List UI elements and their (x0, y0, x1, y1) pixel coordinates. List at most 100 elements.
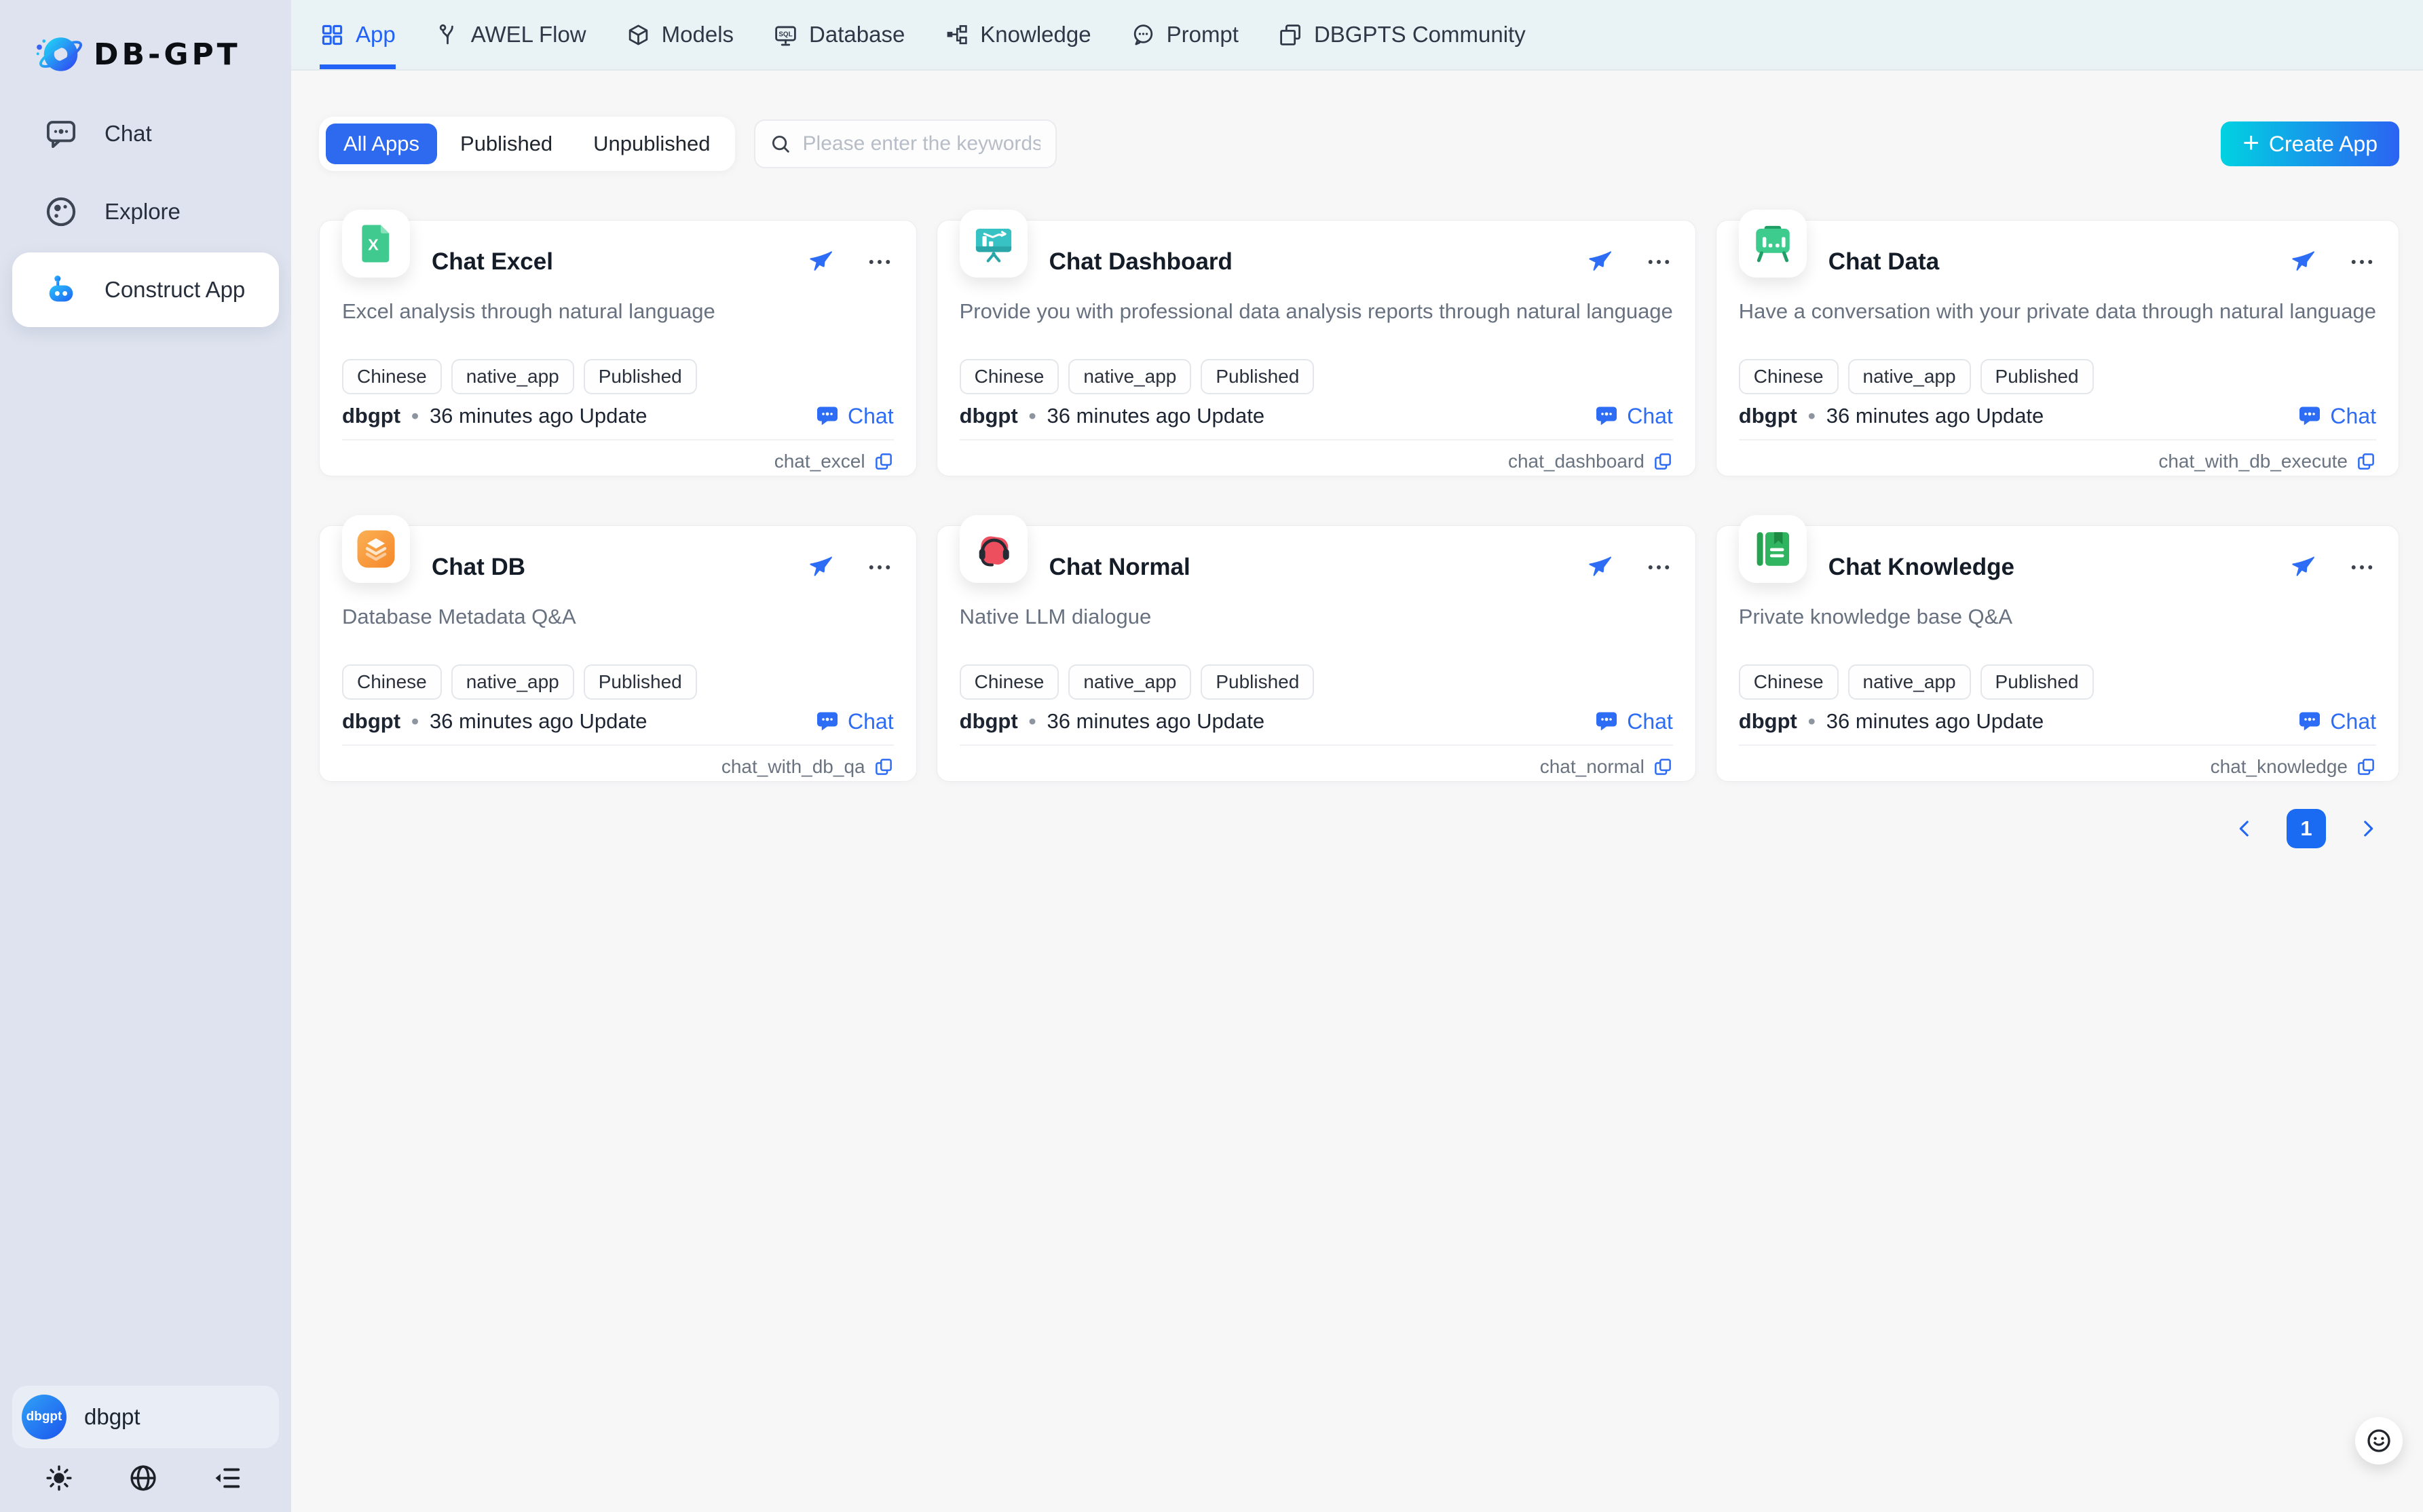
card-updated: 36 minutes ago Update (1826, 404, 2044, 428)
tab-label: App (356, 22, 396, 48)
copy-icon[interactable] (874, 451, 894, 472)
chat-link[interactable]: Chat (2297, 709, 2376, 734)
tab-models[interactable]: Models (626, 0, 734, 69)
card-title: Chat Knowledge (1828, 554, 2014, 581)
app-card-chat-dashboard[interactable]: Chat Dashboard Provide you with professi… (937, 220, 1696, 476)
chat-link[interactable]: Chat (1594, 709, 1673, 734)
app-card-chat-db[interactable]: Chat DB Database Metadata Q&A Chinese na… (319, 525, 917, 782)
separator-dot: • (1808, 404, 1816, 428)
tag: Published (1980, 664, 2094, 700)
card-description: Provide you with professional data analy… (960, 299, 1673, 324)
tag: native_app (1068, 664, 1191, 700)
copy-icon[interactable] (2356, 757, 2376, 777)
chevron-right-icon (2356, 817, 2380, 840)
knowledge-book-icon (1750, 527, 1795, 571)
brand-name: DB-GPT (94, 37, 241, 72)
language-globe-icon[interactable] (128, 1462, 159, 1494)
card-title: Chat Data (1828, 248, 1939, 276)
svg-text:X: X (368, 236, 379, 254)
chat-link[interactable]: Chat (1594, 404, 1673, 429)
copy-icon[interactable] (1653, 757, 1673, 777)
more-options-icon[interactable] (865, 248, 894, 276)
tag: Published (584, 359, 697, 394)
search-icon (769, 132, 792, 155)
chevron-left-icon (2233, 817, 2256, 840)
app-badge (960, 515, 1028, 583)
chat-link[interactable]: Chat (815, 709, 894, 734)
community-grid-icon (1278, 22, 1303, 48)
user-panel[interactable]: dbgpt dbgpt (12, 1386, 279, 1448)
copy-icon[interactable] (1653, 451, 1673, 472)
filter-unpublished[interactable]: Unpublished (576, 124, 728, 164)
more-options-icon[interactable] (1645, 248, 1673, 276)
app-card-grid: X Chat Excel Excel analysis through natu… (319, 220, 2399, 782)
tab-label: Database (809, 22, 905, 48)
tab-dbgpts-community[interactable]: DBGPTS Community (1278, 0, 1526, 69)
chat-link[interactable]: Chat (2297, 404, 2376, 429)
app-badge: X (342, 210, 410, 278)
more-options-icon[interactable] (1645, 553, 1673, 582)
more-options-icon[interactable] (2348, 553, 2376, 582)
separator-dot: • (411, 404, 419, 428)
sidebar-item-construct-app[interactable]: Construct App (12, 252, 279, 327)
chat-filled-icon (815, 709, 840, 734)
tab-awel-flow[interactable]: AWEL Flow (435, 0, 586, 69)
card-tags: Chinese native_app Published (342, 359, 894, 394)
dingtalk-share-icon[interactable] (806, 248, 834, 276)
dingtalk-share-icon[interactable] (1585, 553, 1613, 582)
tab-app[interactable]: App (320, 0, 396, 69)
page-number[interactable]: 1 (2287, 809, 2326, 848)
chat-label: Chat (1627, 404, 1673, 429)
tab-label: AWEL Flow (471, 22, 586, 48)
card-updated: 36 minutes ago Update (1047, 709, 1265, 734)
collapse-sidebar-icon[interactable] (211, 1462, 242, 1494)
app-card-chat-excel[interactable]: X Chat Excel Excel analysis through natu… (319, 220, 917, 476)
chat-label: Chat (2330, 709, 2376, 734)
more-options-icon[interactable] (2348, 248, 2376, 276)
create-app-button[interactable]: + Create App (2221, 121, 2399, 166)
card-title: Chat Excel (432, 248, 553, 276)
theme-sun-icon[interactable] (43, 1462, 75, 1494)
prev-page-button[interactable] (2231, 815, 2258, 842)
plus-icon: + (2242, 128, 2259, 157)
knowledge-graph-icon (944, 22, 969, 48)
filter-published[interactable]: Published (443, 124, 570, 164)
search-input[interactable] (802, 132, 1042, 156)
filter-all-apps[interactable]: All Apps (326, 124, 437, 164)
separator-dot: • (1808, 709, 1816, 734)
chat-link[interactable]: Chat (815, 404, 894, 429)
app-card-chat-normal[interactable]: Chat Normal Native LLM dialogue Chinese … (937, 525, 1696, 782)
dingtalk-share-icon[interactable] (2288, 553, 2316, 582)
models-cube-icon (626, 22, 651, 48)
svg-text:SQL: SQL (778, 31, 792, 38)
excel-file-icon: X (354, 221, 398, 266)
more-options-icon[interactable] (865, 553, 894, 582)
copy-icon[interactable] (2356, 451, 2376, 472)
dingtalk-share-icon[interactable] (2288, 248, 2316, 276)
card-updated: 36 minutes ago Update (430, 404, 647, 428)
card-tags: Chinese native_app Published (342, 664, 894, 700)
dingtalk-share-icon[interactable] (1585, 248, 1613, 276)
tag: Published (1201, 359, 1314, 394)
feedback-fab-button[interactable] (2355, 1417, 2403, 1464)
copy-icon[interactable] (874, 757, 894, 777)
sidebar-item-chat[interactable]: Chat (12, 96, 279, 171)
avatar: dbgpt (22, 1395, 67, 1439)
tab-knowledge[interactable]: Knowledge (944, 0, 1091, 69)
chat-filled-icon (1594, 709, 1619, 734)
tag: Chinese (960, 664, 1059, 700)
tab-database[interactable]: SQL Database (773, 0, 905, 69)
next-page-button[interactable] (2354, 815, 2382, 842)
tab-prompt[interactable]: Prompt (1131, 0, 1239, 69)
dingtalk-share-icon[interactable] (806, 553, 834, 582)
app-card-chat-data[interactable]: Chat Data Have a conversation with your … (1716, 220, 2399, 476)
explore-icon (43, 194, 79, 229)
dashboard-chart-icon (971, 221, 1016, 266)
app-card-chat-knowledge[interactable]: Chat Knowledge Private knowledge base Q&… (1716, 525, 2399, 782)
card-description: Native LLM dialogue (960, 605, 1673, 629)
tag: native_app (451, 664, 574, 700)
card-title: Chat DB (432, 554, 525, 581)
sidebar-item-explore[interactable]: Explore (12, 174, 279, 249)
app-badge (1739, 210, 1807, 278)
scene-name: chat_with_db_qa (721, 756, 865, 778)
